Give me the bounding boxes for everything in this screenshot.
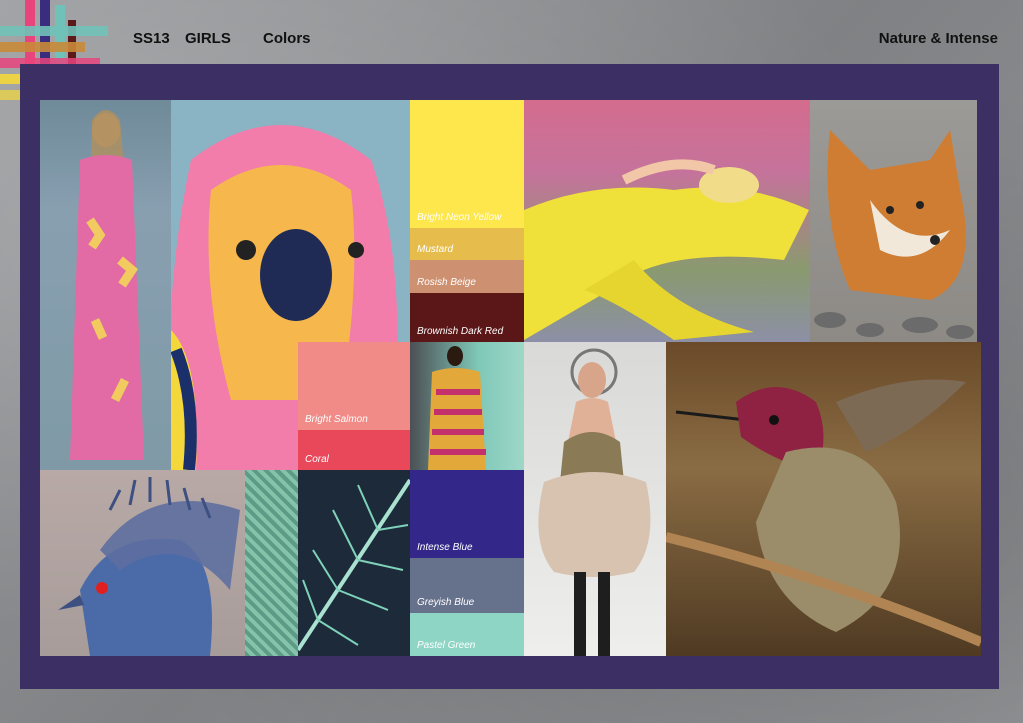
swatch-intense-blue: Intense Blue [410,470,524,558]
topic-label: Colors [263,30,311,47]
swatch-mustard: Mustard [410,228,524,260]
swatch-label: Greyish Blue [417,597,475,608]
fox-image [810,100,977,342]
swatch-bright-neon-yellow: Bright Neon Yellow [410,100,524,228]
swatch-label: Rosish Beige [417,277,476,288]
swatch-label: Intense Blue [417,542,473,553]
swatch-label: Mustard [417,244,454,255]
swatch-label: Bright Neon Yellow [417,212,502,223]
swatch-label: Brownish Dark Red [417,326,504,337]
swatch-label: Coral [305,454,329,465]
swatch-label: Pastel Green [417,640,476,651]
woman-yellow-dress-flowers-image [524,100,810,342]
swatch-greyish-blue: Greyish Blue [410,558,524,613]
swatch-bright-salmon: Bright Salmon [298,342,410,430]
swatch-coral: Coral [298,430,410,470]
runway-model-pink-dress-image [40,100,171,470]
runway-model-colorful-dress-image [410,342,524,470]
swatch-pastel-green: Pastel Green [410,613,524,656]
runway-model-feather-dress-image [524,342,666,656]
swatch-rosish-beige: Rosish Beige [410,260,524,293]
hummingbird-image [666,342,981,656]
leaf-veins-image [298,470,410,656]
theme-label: Nature & Intense [878,30,998,47]
category-label: GIRLS [185,30,231,47]
season-label: SS13 [133,30,170,47]
swatch-label: Bright Salmon [305,414,368,425]
crowned-pigeon-image [40,470,245,656]
swatch-brownish-dark-red: Brownish Dark Red [410,293,524,342]
woven-texture-image [245,470,298,656]
